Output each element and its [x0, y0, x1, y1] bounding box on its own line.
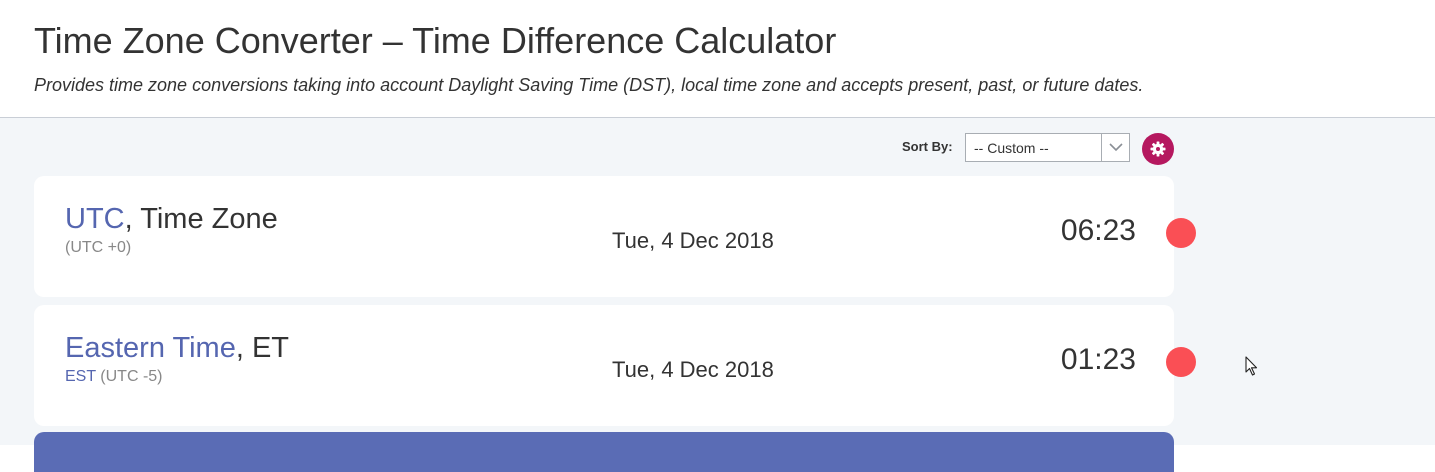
zone-abbr-link[interactable]: EST [65, 368, 96, 385]
time-zone-card: UTC, Time Zone (UTC +0) Tue, 4 Dec 2018 … [34, 176, 1174, 297]
zone-time[interactable]: 01:23 [1061, 343, 1136, 377]
settings-button[interactable] [1142, 133, 1174, 165]
page-header: Time Zone Converter – Time Difference Ca… [0, 0, 1435, 118]
zone-offset-value: (UTC +0) [65, 239, 132, 256]
chevron-down-icon[interactable] [1101, 134, 1129, 161]
zone-offset-value: (UTC -5) [100, 368, 163, 385]
zone-name-suffix: , Time Zone [124, 203, 278, 235]
gear-icon [1150, 141, 1166, 157]
zone-name: Eastern Time, ET [65, 332, 289, 365]
zone-name: UTC, Time Zone [65, 203, 278, 236]
time-zone-card: Eastern Time, ET EST (UTC -5) Tue, 4 Dec… [34, 305, 1174, 426]
zone-date[interactable]: Tue, 4 Dec 2018 [612, 228, 774, 254]
sort-label: Sort By: [902, 139, 953, 154]
zone-link[interactable]: UTC [65, 203, 125, 235]
zone-time[interactable]: 06:23 [1061, 214, 1136, 248]
add-zone-bar[interactable] [34, 432, 1174, 472]
zone-link[interactable]: Eastern Time [65, 332, 236, 364]
zone-offset: EST (UTC -5) [65, 368, 163, 386]
page-subtitle: Provides time zone conversions taking in… [34, 75, 1144, 95]
converter-panel: Sort By: -- Custom -- UTC, Time Zone (UT… [0, 118, 1435, 472]
mouse-cursor-icon [1245, 356, 1258, 376]
page-title: Time Zone Converter – Time Difference Ca… [34, 20, 837, 61]
zone-name-suffix: , ET [235, 332, 290, 364]
remove-zone-button[interactable] [1166, 347, 1196, 377]
zone-date[interactable]: Tue, 4 Dec 2018 [612, 357, 774, 383]
sort-select[interactable]: -- Custom -- [965, 133, 1130, 162]
remove-zone-button[interactable] [1166, 218, 1196, 248]
sort-select-value: -- Custom -- [974, 140, 1049, 156]
zone-offset: (UTC +0) [65, 239, 131, 257]
